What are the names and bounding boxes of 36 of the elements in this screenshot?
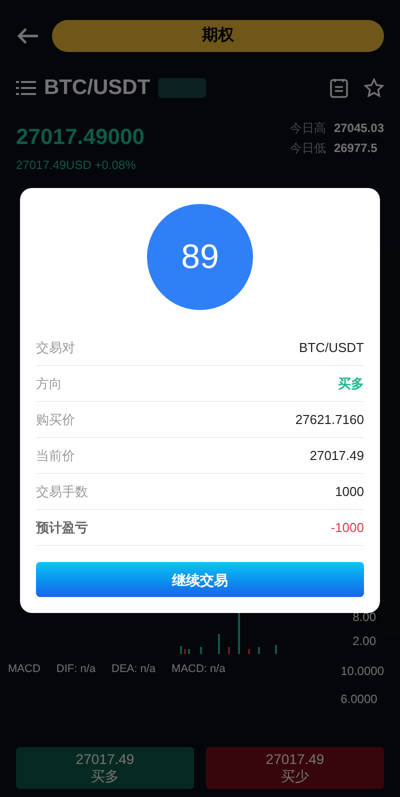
stat-label: 今日高 <box>290 120 326 136</box>
change-text: 27017.49USD +0.08% <box>16 156 137 172</box>
axis-label: 10.0000 <box>340 663 384 679</box>
document-icon[interactable] <box>330 78 348 98</box>
axis-label: 2.00 <box>352 633 376 649</box>
row-value: 买多 <box>338 374 364 393</box>
price-text: 27017.49000 <box>16 122 144 150</box>
stat-label: 今日低 <box>290 140 326 156</box>
indicator-label: MACD <box>8 662 40 677</box>
indicator-label: DEA: n/a <box>112 662 156 677</box>
stat-value: 26977.5 <box>334 140 378 156</box>
row-value: -1000 <box>330 518 364 537</box>
pair-badge <box>158 78 206 98</box>
menu-icon[interactable] <box>16 80 36 95</box>
star-icon[interactable] <box>364 78 384 98</box>
row-label: 当前价 <box>36 446 75 465</box>
indicator-label: MACD: n/a <box>172 662 226 677</box>
row-label: 预计盈亏 <box>36 518 88 537</box>
continue-button[interactable]: 继续交易 <box>36 562 364 597</box>
axis-label: 8.00 <box>352 609 376 625</box>
row-value: 27621.7160 <box>295 410 364 429</box>
row-label: 交易对 <box>36 338 75 357</box>
sell-button[interactable]: 27017.49 买少 <box>206 747 384 789</box>
axis-label: 6.0000 <box>340 691 378 707</box>
row-label: 方向 <box>36 374 62 393</box>
header-title: 期权 <box>52 20 384 52</box>
back-arrow-icon <box>17 27 39 45</box>
row-value: BTC/USDT <box>299 338 364 357</box>
pair-name: BTC/USDT <box>44 75 150 101</box>
indicator-label: DIF: n/a <box>56 662 96 677</box>
row-value: 1000 <box>335 482 364 501</box>
row-label: 交易手数 <box>36 482 88 501</box>
buy-button[interactable]: 27017.49 买多 <box>16 747 194 789</box>
stat-value: 27045.03 <box>334 120 384 136</box>
row-label: 购买价 <box>36 410 75 429</box>
row-value: 27017.49 <box>310 446 364 465</box>
